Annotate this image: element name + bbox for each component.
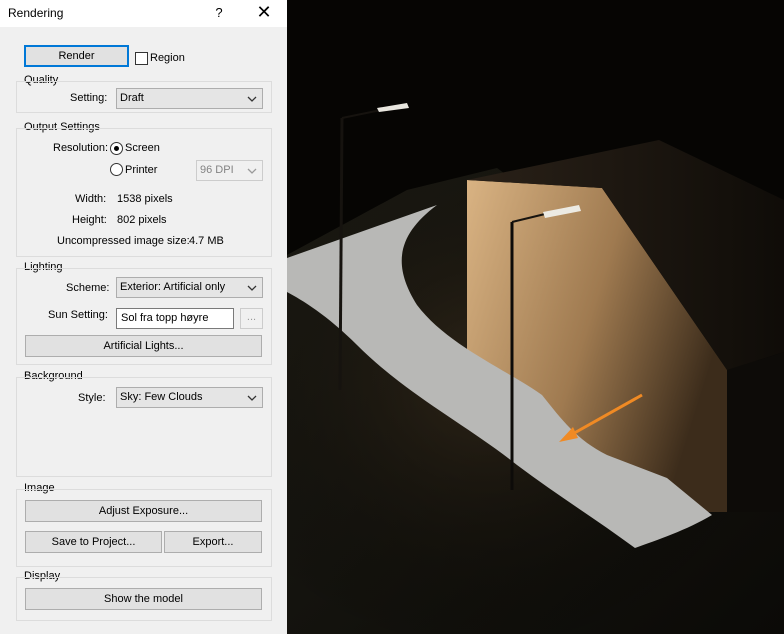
rendered-scene (287, 0, 784, 634)
scheme-value: Exterior: Artificial only (120, 281, 226, 293)
close-button[interactable]: ✕ (250, 0, 278, 27)
width-value: 1538 pixels (117, 193, 173, 205)
building-side-wall (727, 352, 784, 512)
printer-label: Printer (125, 164, 158, 176)
image-size-label: Uncompressed image size: (57, 235, 190, 247)
artificial-lights-button[interactable]: Artificial Lights... (25, 335, 262, 357)
adjust-exposure-button[interactable]: Adjust Exposure... (25, 500, 262, 522)
height-label: Height: (72, 214, 107, 226)
scheme-label: Scheme: (66, 282, 110, 294)
printer-radio[interactable] (110, 163, 123, 176)
lamp-post-left (338, 117, 344, 391)
export-button[interactable]: Export... (164, 531, 262, 553)
screen-radio[interactable] (110, 142, 123, 155)
render-viewport[interactable] (287, 0, 784, 634)
width-label: Width: (75, 193, 107, 205)
height-value: 802 pixels (117, 214, 167, 226)
sun-setting-field[interactable]: Sol fra topp høyre (116, 308, 234, 329)
style-label: Style: (78, 392, 106, 404)
quality-setting-value: Draft (120, 92, 144, 104)
screen-label: Screen (125, 142, 160, 154)
sun-setting-label: Sun Setting: (48, 309, 108, 321)
background-style-value: Sky: Few Clouds (120, 391, 203, 403)
dpi-value: 96 DPI (200, 164, 234, 176)
rendering-dialog: Rendering ? ✕ Render Region Quality Sett… (0, 0, 287, 634)
window-title: Rendering (8, 6, 64, 20)
title-bar: Rendering ? ✕ (0, 0, 287, 27)
chevron-down-icon (245, 162, 259, 179)
chevron-down-icon (245, 389, 259, 406)
chevron-down-icon (245, 90, 259, 107)
help-button[interactable]: ? (208, 0, 230, 27)
show-model-button[interactable]: Show the model (25, 588, 262, 610)
render-button[interactable]: Render (24, 45, 129, 67)
quality-setting-label: Setting: (70, 92, 108, 104)
quality-setting-dropdown[interactable]: Draft (116, 88, 263, 109)
region-checkbox[interactable] (135, 52, 148, 65)
save-to-project-button[interactable]: Save to Project... (25, 531, 162, 553)
scheme-dropdown[interactable]: Exterior: Artificial only (116, 277, 263, 298)
background-style-dropdown[interactable]: Sky: Few Clouds (116, 387, 263, 408)
region-label: Region (150, 52, 185, 64)
resolution-label: Resolution: (53, 142, 109, 154)
radio-selected-dot (114, 146, 119, 151)
chevron-down-icon (245, 279, 259, 296)
image-size-value: 4.7 MB (189, 235, 224, 247)
sun-setting-browse-button: ... (240, 308, 263, 329)
dpi-dropdown: 96 DPI (196, 160, 263, 181)
